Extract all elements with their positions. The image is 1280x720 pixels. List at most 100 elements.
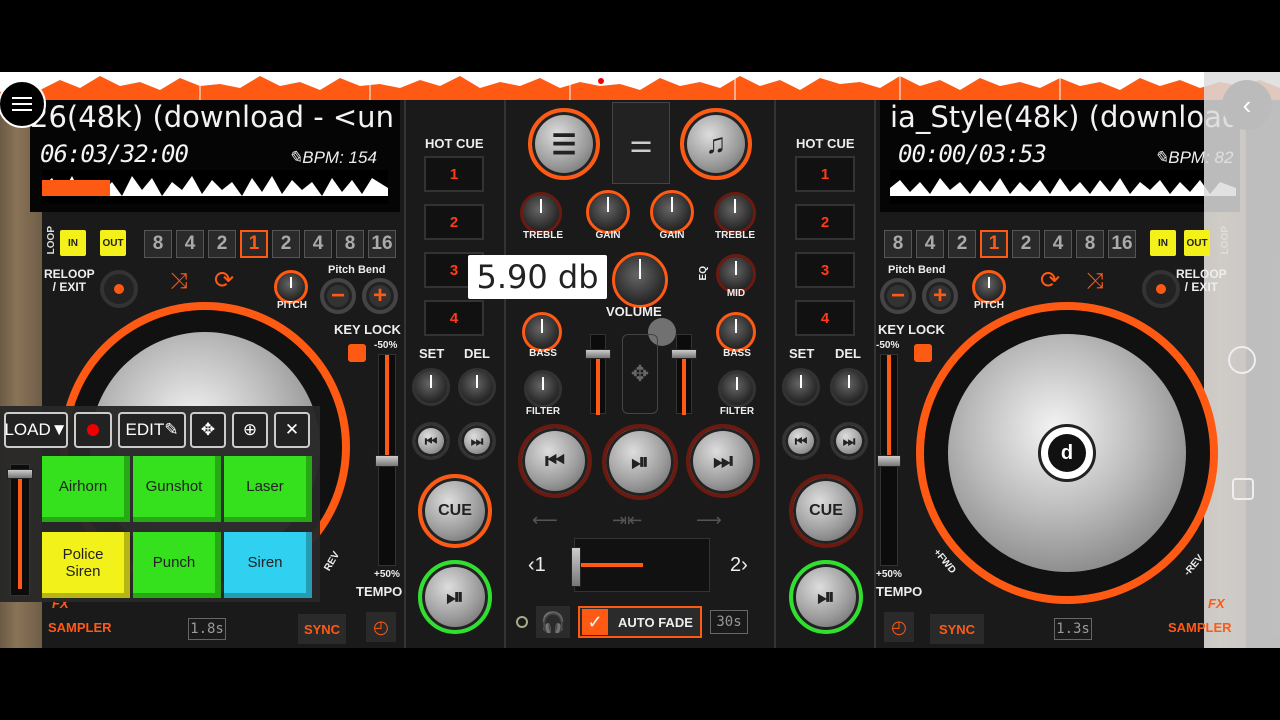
loop-size-button[interactable]: 4	[176, 230, 204, 258]
sampler-target-button[interactable]: ⊕	[232, 412, 268, 448]
crossfader[interactable]	[571, 538, 710, 592]
loop-size-button[interactable]: 1	[980, 230, 1008, 258]
right-pitch-bend-plus[interactable]: +	[922, 278, 958, 314]
right-pitch-knob[interactable]	[972, 270, 1006, 304]
overlay-square-icon[interactable]	[1232, 478, 1254, 500]
hot-cue-button[interactable]: 3	[795, 252, 855, 288]
right-cue-button[interactable]: CUE	[789, 474, 863, 548]
left-timer-icon[interactable]: ◴	[366, 612, 396, 642]
right-next-cue-button[interactable]: ⏭	[830, 422, 868, 460]
left-sync-button[interactable]: SYNC	[298, 614, 346, 644]
crossfader-right-label[interactable]: 2›	[730, 554, 748, 577]
loop-size-button[interactable]: 16	[368, 230, 396, 258]
left-bass-knob[interactable]	[522, 312, 562, 352]
left-loop-in-button[interactable]: IN	[60, 230, 86, 256]
loop-size-button[interactable]: 1	[240, 230, 268, 258]
left-bar-length[interactable]: 1.8s	[188, 618, 226, 640]
left-tempo-fader-handle[interactable]	[375, 455, 399, 467]
right-pitch-bend-minus[interactable]: −	[880, 278, 916, 314]
overview-waveform[interactable]: REC	[0, 72, 1280, 100]
shuffle-icon[interactable]: ⤨	[170, 268, 188, 294]
sampler-pad[interactable]: Siren	[224, 532, 312, 598]
left-loop-out-button[interactable]: OUT	[100, 230, 126, 256]
right-loop-in-button[interactable]: IN	[1150, 230, 1176, 256]
right-reloop-button[interactable]	[1142, 270, 1180, 308]
auto-fade-toggle[interactable]: ✓ AUTO FADE	[578, 606, 702, 638]
right-lock-icon[interactable]	[914, 344, 932, 362]
back-button[interactable]: ‹	[1222, 80, 1272, 130]
right-gain-knob[interactable]	[650, 190, 694, 234]
left-deck-waveform[interactable]	[42, 170, 388, 204]
right-timer-icon[interactable]: ◴	[884, 612, 914, 642]
hot-cue-button[interactable]: 2	[795, 204, 855, 240]
left-reloop-button[interactable]	[100, 270, 138, 308]
hot-cue-button[interactable]: 4	[795, 300, 855, 336]
right-bar-length[interactable]: 1.3s	[1054, 618, 1092, 640]
loop-size-button[interactable]: 4	[304, 230, 332, 258]
left-next-cue-button[interactable]: ⏭	[458, 422, 496, 460]
right-transport-next-button[interactable]: ⏭	[686, 424, 760, 498]
right-filter-knob[interactable]	[718, 370, 756, 408]
sampler-volume-fader[interactable]	[7, 464, 33, 596]
left-filter-knob[interactable]	[524, 370, 562, 408]
loop-size-button[interactable]: 8	[884, 230, 912, 258]
left-treble-knob[interactable]	[520, 192, 562, 234]
crossfader-handle[interactable]	[571, 547, 581, 587]
master-play-pause-button[interactable]: ⏯	[602, 424, 678, 500]
left-sampler-label[interactable]: SAMPLER	[48, 620, 112, 635]
hot-cue-button[interactable]: 2	[424, 204, 484, 240]
left-gain-knob[interactable]	[586, 190, 630, 234]
sampler-close-button[interactable]: ✕	[274, 412, 310, 448]
shuffle-icon[interactable]: ⤨	[1086, 268, 1104, 294]
loop-size-button[interactable]: 2	[1012, 230, 1040, 258]
right-sync-button[interactable]: SYNC	[930, 614, 984, 644]
left-transport-prev-button[interactable]: ⏮	[518, 424, 592, 498]
left-bpm[interactable]: ✎BPM: 154	[288, 148, 377, 168]
loop-size-button[interactable]: 2	[948, 230, 976, 258]
hot-cue-button[interactable]: 1	[424, 156, 484, 192]
sampler-load-button[interactable]: LOAD▼	[4, 412, 68, 448]
sampler-pad[interactable]: Laser	[224, 456, 312, 522]
right-jog-wheel[interactable]: d	[916, 302, 1218, 604]
left-set-knob[interactable]	[412, 368, 450, 406]
sampler-pad[interactable]: Gunshot	[133, 456, 221, 522]
left-cue-button[interactable]: CUE	[418, 474, 492, 548]
left-channel-fader[interactable]	[585, 334, 611, 415]
sampler-pad[interactable]: Punch	[133, 532, 221, 598]
right-tempo-fader[interactable]	[877, 354, 901, 566]
right-deck-waveform[interactable]	[890, 170, 1236, 204]
repeat-icon[interactable]: ⟳	[214, 266, 234, 295]
right-bass-knob[interactable]	[716, 312, 756, 352]
left-lock-icon[interactable]	[348, 344, 366, 362]
mixer-lock-panel[interactable]: ✥	[622, 334, 658, 414]
loop-size-button[interactable]: 8	[336, 230, 364, 258]
overlay-circle-icon[interactable]	[1228, 346, 1256, 374]
loop-size-button[interactable]: 2	[208, 230, 236, 258]
right-prev-cue-button[interactable]: ⏮	[782, 422, 820, 460]
headphone-cue-button[interactable]: 🎧	[536, 606, 570, 638]
loop-size-button[interactable]: 16	[1108, 230, 1136, 258]
loop-size-button[interactable]: 4	[1044, 230, 1072, 258]
sampler-pad[interactable]: Police Siren	[42, 532, 130, 598]
rec-indicator[interactable]: REC	[598, 76, 628, 87]
loop-size-button[interactable]: 4	[916, 230, 944, 258]
sampler-pad[interactable]: Airhorn	[42, 456, 130, 522]
loop-size-button[interactable]: 8	[144, 230, 172, 258]
right-channel-fader[interactable]	[671, 334, 697, 415]
auto-fade-time[interactable]: 30s	[710, 610, 748, 634]
left-tempo-fader[interactable]	[375, 354, 399, 566]
right-treble-knob[interactable]	[714, 192, 756, 234]
right-tempo-fader-handle[interactable]	[877, 455, 901, 467]
right-library-button[interactable]: ♫	[680, 108, 752, 180]
left-del-knob[interactable]	[458, 368, 496, 406]
left-prev-cue-button[interactable]: ⏮	[412, 422, 450, 460]
left-pitch-knob[interactable]	[274, 270, 308, 304]
sampler-edit-button[interactable]: EDIT ✎	[118, 412, 186, 448]
main-menu-button[interactable]	[0, 80, 46, 128]
hot-cue-button[interactable]: 1	[795, 156, 855, 192]
right-del-knob[interactable]	[830, 368, 868, 406]
master-volume-knob[interactable]	[612, 252, 668, 308]
right-set-knob[interactable]	[782, 368, 820, 406]
left-pitch-bend-plus[interactable]: +	[362, 278, 398, 314]
sampler-record-button[interactable]	[74, 412, 112, 448]
